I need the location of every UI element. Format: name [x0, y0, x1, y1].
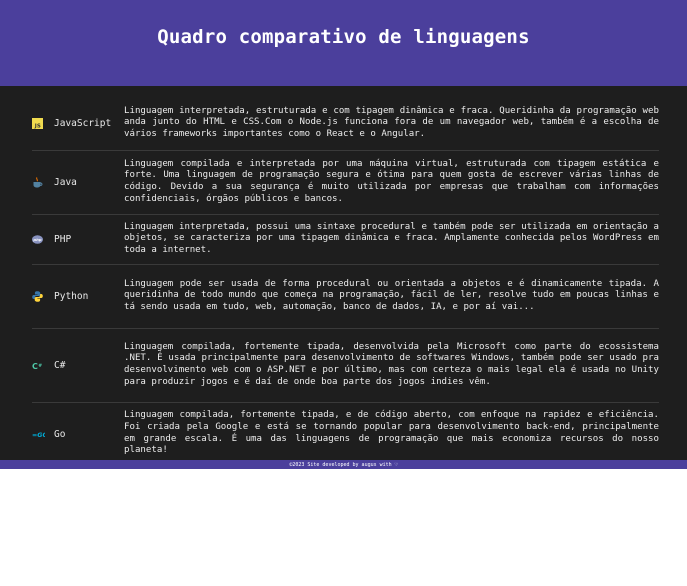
javascript-icon: JS	[32, 118, 43, 129]
language-row-python: Python Linguagem pode ser usada de forma…	[32, 265, 659, 329]
language-row-php: php PHP Linguagem interpretada, possui u…	[32, 215, 659, 265]
header: Quadro comparativo de linguagens	[0, 0, 687, 86]
language-name: JavaScript	[54, 118, 112, 129]
language-cell: C # C#	[32, 360, 124, 371]
python-icon	[32, 291, 43, 302]
page: Quadro comparativo de linguagens JS Java…	[0, 0, 687, 586]
language-list: JS JavaScript Linguagem interpretada, es…	[32, 97, 659, 465]
language-cell: =GO Go	[32, 429, 124, 440]
language-description: Linguagem interpretada, estruturada e co…	[124, 105, 659, 139]
svg-text:JS: JS	[34, 124, 41, 129]
svg-text:=GO: =GO	[32, 432, 45, 439]
language-description: Linguagem interpretada, possui uma sinta…	[124, 221, 659, 255]
csharp-icon: C #	[32, 360, 43, 371]
page-title: Quadro comparativo de linguagens	[157, 26, 530, 48]
footer-credit: ©2023 Site developed by augus with ♡	[289, 461, 398, 468]
java-icon	[32, 177, 43, 188]
language-description: Linguagem compilada, fortemente tipada, …	[124, 341, 659, 387]
svg-text:php: php	[32, 237, 41, 242]
language-name: Java	[54, 177, 77, 188]
go-icon: =GO	[32, 429, 45, 440]
language-description: Linguagem pode ser usada de forma proced…	[124, 278, 659, 312]
language-row-csharp: C # C# Linguagem compilada, fortemente t…	[32, 329, 659, 403]
language-row-javascript: JS JavaScript Linguagem interpretada, es…	[32, 97, 659, 151]
language-name: C#	[54, 360, 66, 371]
language-row-java: Java Linguagem compilada e interpretada …	[32, 151, 659, 215]
footer: ©2023 Site developed by augus with ♡	[0, 460, 687, 469]
language-cell: Java	[32, 177, 124, 188]
language-description: Linguagem compilada e interpretada por u…	[124, 158, 659, 204]
svg-text:C: C	[32, 362, 38, 371]
language-cell: JS JavaScript	[32, 118, 124, 129]
svg-text:#: #	[38, 363, 42, 369]
language-description: Linguagem compilada, fortemente tipada, …	[124, 410, 659, 456]
php-icon: php	[32, 234, 43, 245]
language-name: Python	[54, 291, 89, 302]
language-row-go: =GO Go Linguagem compilada, fortemente t…	[32, 403, 659, 465]
comparison-table: JS JavaScript Linguagem interpretada, es…	[0, 86, 687, 460]
language-name: PHP	[54, 234, 72, 245]
language-cell: php PHP	[32, 234, 124, 245]
language-cell: Python	[32, 291, 124, 302]
language-name: Go	[54, 428, 66, 440]
